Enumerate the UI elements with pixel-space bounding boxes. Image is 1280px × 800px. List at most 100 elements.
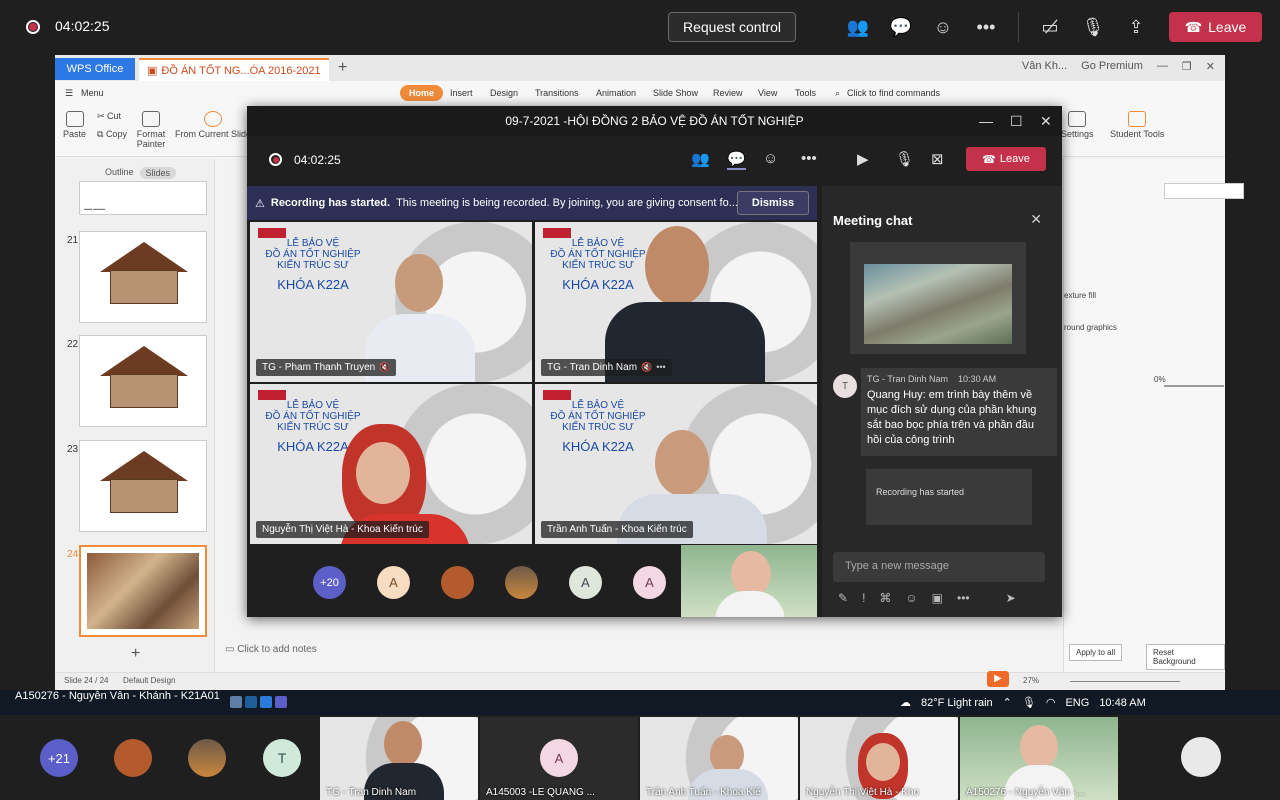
chat-icon[interactable]: 💬 [888,14,914,40]
transparency-slider[interactable] [1164,385,1224,387]
participant-photo-avatar[interactable] [188,739,226,777]
participant-tile[interactable]: A A145003 -LE QUANG ... [480,717,638,800]
minimize-icon[interactable]: — [979,106,993,136]
new-tab-icon[interactable]: + [338,59,347,77]
shared-photo[interactable] [864,264,1012,344]
student-tools-button[interactable]: Student Tools [1110,111,1164,139]
share-screen-icon[interactable]: ⇪ [1123,14,1149,40]
sticker-icon[interactable]: ▣ [932,591,943,605]
wps-brand-tab[interactable]: WPS Office [55,58,135,80]
reactions-icon[interactable]: ☺ [763,150,778,167]
tab-tools[interactable]: Tools [795,88,816,98]
document-tab[interactable]: ▣ ĐỒ ÁN TỐT NG...ÓA 2016-2021 [139,58,329,81]
wps-icon[interactable] [260,696,273,708]
close-chat-icon[interactable]: ✕ [1030,211,1042,228]
zoom-slider[interactable] [1070,681,1180,682]
important-icon[interactable]: ! [862,591,865,605]
paste-button[interactable]: Paste [63,111,86,139]
chat-icon[interactable]: 💬 [727,150,746,170]
tab-home[interactable]: Home [400,85,444,101]
tab-design[interactable]: Design [490,88,518,98]
slide-thumbnail-22[interactable] [79,335,207,427]
teams-icon[interactable] [275,696,288,708]
dismiss-button[interactable]: Dismiss [737,191,809,215]
participant-avatar[interactable]: A [569,566,602,599]
message-bubble[interactable]: TG - Tran Dinh Nam 10:30 AM Quang Huy: e… [861,368,1057,456]
menu-icon[interactable]: ☰ [65,88,73,99]
more-participants-button[interactable]: +20 [313,566,346,599]
participant-avatar[interactable]: A [633,566,666,599]
request-control-button[interactable]: Request control [668,12,796,42]
close-icon[interactable]: ✕ [1040,106,1052,136]
emoji-icon[interactable]: ☺ [905,591,917,605]
slide-thumbnail-24[interactable] [79,545,207,637]
participant-tile[interactable]: Trần Anh Tuấn - Khoa Kiế [640,717,798,800]
color-dropdown[interactable] [1164,183,1244,199]
leave-button[interactable]: ☎ Leave [1169,12,1262,42]
camera-off-icon[interactable]: ▭̸ [1037,14,1063,40]
tab-slide-show[interactable]: Slide Show [653,88,698,98]
format-painter-button[interactable]: Format Painter [135,111,167,149]
apply-to-all-button[interactable]: Apply to all [1069,644,1123,661]
video-tile[interactable]: LỄ BẢO VỆ ĐỒ ÁN TỐT NGHIỆP KIẾN TRÚC SƯ … [535,222,817,382]
participant-tile[interactable]: TG - Tran Dinh Nam [320,717,478,800]
mic-icon[interactable]: 🎙 [895,150,914,168]
close-icon[interactable]: ✕ [1206,60,1215,73]
slide-thumbnail-23[interactable] [79,440,207,532]
maximize-icon[interactable]: ☐ [1010,106,1023,136]
mic-tray-icon[interactable]: 🎙 [1022,696,1036,709]
author-avatar[interactable]: T [833,374,857,398]
copy-button[interactable]: ⧉ Copy [97,129,127,140]
more-options-icon[interactable]: ••• [801,150,817,167]
reset-background-button[interactable]: Reset Background [1146,644,1225,670]
photoshop-icon[interactable] [245,696,258,708]
slide-thumbnail-20[interactable]: ▬▬ ▬▬▬ [79,181,207,215]
self-video-preview[interactable] [681,545,817,617]
tab-insert[interactable]: Insert [450,88,473,98]
format-icon[interactable]: ✎ [838,591,848,605]
mic-off-icon[interactable]: 🎙 [1080,14,1106,40]
more-options-icon[interactable]: ••• [957,591,970,605]
leave-button[interactable]: ☎ Leave [966,147,1046,171]
restore-icon[interactable]: ❐ [1182,60,1192,73]
compose-message-input[interactable]: Type a new message [833,552,1045,582]
user-name[interactable]: Vân Kh... [1022,60,1067,73]
edge-icon[interactable] [230,696,242,708]
find-commands-input[interactable]: Click to find commands [847,88,940,98]
stop-share-icon[interactable]: ⊠ [931,150,944,168]
tab-animation[interactable]: Animation [596,88,636,98]
participant-photo-avatar[interactable] [114,739,152,777]
settings-button[interactable]: Settings [1061,111,1094,139]
lang-indicator[interactable]: ENG [1065,697,1089,709]
participant-photo-avatar[interactable] [1181,737,1221,777]
people-icon[interactable]: 👥 [691,150,710,168]
video-tile[interactable]: LỄ BẢO VỆ ĐỒ ÁN TỐT NGHIỆP KIẾN TRÚC SƯ … [250,222,532,382]
wifi-icon[interactable]: ◠ [1046,696,1056,709]
slide-thumbnail-21[interactable] [79,231,207,323]
people-icon[interactable]: 👥 [845,14,871,40]
video-tile[interactable]: LỄ BẢO VỆ ĐỒ ÁN TỐT NGHIỆP KIẾN TRÚC SƯ … [535,384,817,544]
participant-tile[interactable]: Nguyễn Thị Việt Hà - Kho [800,717,958,800]
chat-image-message[interactable] [850,242,1026,354]
tab-outline[interactable]: Outline [105,167,134,179]
menu-button[interactable]: Menu [81,88,104,98]
participant-tile[interactable]: A150276 - Nguyễn Vân -... [960,717,1118,800]
participant-avatar[interactable]: A [377,566,410,599]
tray-chevron-icon[interactable]: ⌃ [1003,696,1012,709]
attach-icon[interactable]: ⌘ [879,591,891,605]
from-current-slide-button[interactable]: From Current Slide [175,111,251,139]
weather-text[interactable]: 82°F Light rain [921,697,993,709]
participant-photo-avatar[interactable] [505,566,538,599]
more-options-icon[interactable]: ••• [973,14,999,40]
find-search-icon[interactable]: ⌕ [835,88,840,99]
video-tile[interactable]: LỄ BẢO VỆ ĐỒ ÁN TỐT NGHIỆP KIẾN TRÚC SƯ … [250,384,532,544]
camera-icon[interactable]: ▶ [857,150,869,168]
send-icon[interactable]: ➤ [1006,591,1016,605]
cut-button[interactable]: ✂ Cut [97,111,121,122]
clock[interactable]: 10:48 AM [1099,697,1145,709]
go-premium-link[interactable]: Go Premium [1081,60,1143,73]
zoom-level[interactable]: 27% [1023,676,1039,685]
participant-photo-avatar[interactable] [441,566,474,599]
more-participants-button[interactable]: +21 [40,739,78,777]
tab-view[interactable]: View [758,88,777,98]
